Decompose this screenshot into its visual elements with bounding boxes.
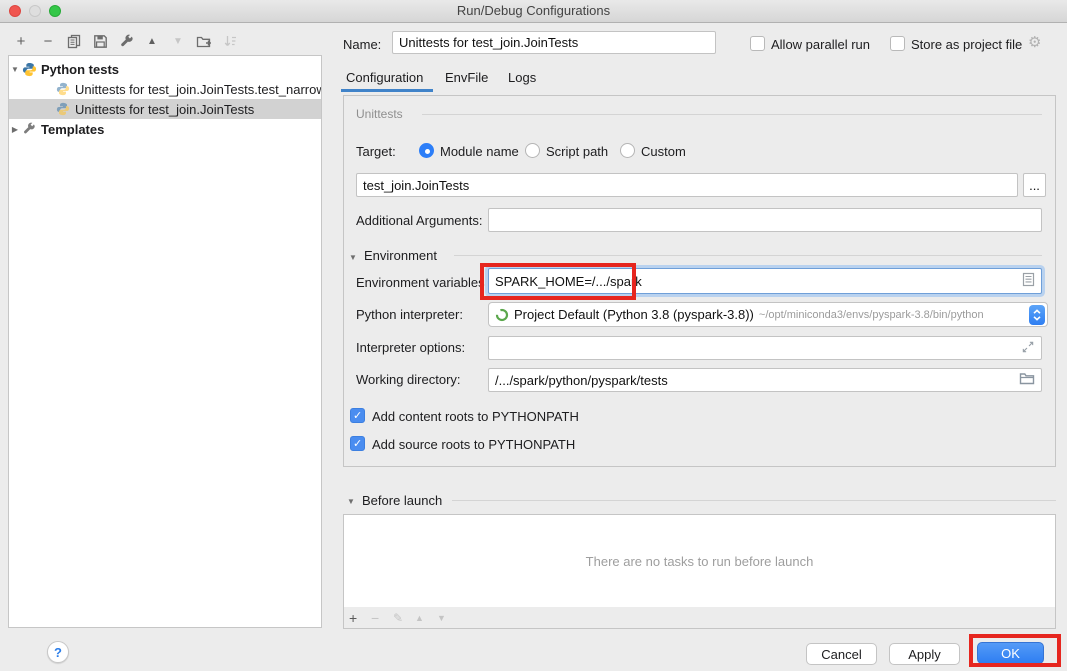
add-source-roots-label: Add source roots to PYTHONPATH xyxy=(372,437,575,452)
tree-item-label: Python tests xyxy=(41,62,119,77)
add-content-roots-checkbox[interactable] xyxy=(350,408,365,423)
configurations-tree: ▼ Python tests Unittests for test_join.J… xyxy=(8,55,322,628)
folder-icon[interactable] xyxy=(1019,372,1035,388)
target-script-label: Script path xyxy=(546,144,608,159)
allow-parallel-label: Allow parallel run xyxy=(771,37,870,52)
working-directory-label: Working directory: xyxy=(356,372,461,387)
annotation-ok-highlight xyxy=(969,634,1061,667)
tab-configuration[interactable]: Configuration xyxy=(346,70,423,85)
environment-section-label: Environment xyxy=(364,248,437,263)
expand-icon[interactable] xyxy=(1021,340,1035,357)
python-interpreter-select[interactable]: Project Default (Python 3.8 (pyspark-3.8… xyxy=(488,302,1048,327)
tree-item-label: Unittests for test_join.JoinTests.test_n… xyxy=(75,82,322,97)
list-icon[interactable] xyxy=(1022,272,1035,290)
tree-item-unittests-test-narrow[interactable]: Unittests for test_join.JoinTests.test_n… xyxy=(9,79,322,99)
additional-arguments-label: Additional Arguments: xyxy=(356,213,482,228)
copy-icon[interactable] xyxy=(66,33,82,49)
python-interpreter-value: Project Default (Python 3.8 (pyspark-3.8… xyxy=(514,307,754,322)
browse-label: ... xyxy=(1029,178,1040,193)
sort-icon[interactable] xyxy=(222,33,238,49)
cancel-button[interactable]: Cancel xyxy=(806,643,877,665)
task-up-icon[interactable]: ▲ xyxy=(415,613,437,623)
python-test-icon xyxy=(55,101,71,117)
interpreter-options-input[interactable] xyxy=(488,336,1042,360)
wrench-icon xyxy=(21,121,37,137)
remove-task-icon[interactable]: − xyxy=(371,610,393,626)
title-bar: Run/Debug Configurations xyxy=(0,0,1067,23)
tree-item-templates[interactable]: ▶ Templates xyxy=(9,119,321,139)
target-custom-radio[interactable] xyxy=(620,143,635,158)
active-tab-underline xyxy=(341,89,433,92)
add-task-icon[interactable]: + xyxy=(349,610,371,626)
tree-item-python-tests[interactable]: ▼ Python tests xyxy=(9,59,321,79)
tab-envfile[interactable]: EnvFile xyxy=(445,70,488,85)
tree-item-label: Templates xyxy=(41,122,104,137)
store-project-checkbox[interactable] xyxy=(890,36,905,51)
module-name-input[interactable] xyxy=(356,173,1018,197)
target-script-radio[interactable] xyxy=(525,143,540,158)
wrench-icon[interactable] xyxy=(118,33,134,49)
browse-button[interactable]: ... xyxy=(1023,173,1046,197)
new-folder-icon[interactable] xyxy=(196,33,212,49)
remove-icon[interactable]: − xyxy=(40,33,56,49)
working-directory-input[interactable]: /.../spark/python/pyspark/tests xyxy=(488,368,1042,392)
tab-logs[interactable]: Logs xyxy=(508,70,536,85)
tree-item-unittests-jointests-selected[interactable]: Unittests for test_join.JoinTests xyxy=(9,99,322,119)
target-module-label: Module name xyxy=(440,144,519,159)
apply-label: Apply xyxy=(908,647,941,662)
additional-arguments-input[interactable] xyxy=(488,208,1042,232)
python-interpreter-path: ~/opt/miniconda3/envs/pyspark-3.8/bin/py… xyxy=(759,309,984,321)
store-project-label: Store as project file xyxy=(911,37,1022,52)
before-launch-toolbar: + − ✎ ▲ ▼ xyxy=(343,607,1056,629)
move-down-icon[interactable]: ▼ xyxy=(170,33,186,49)
target-module-radio[interactable] xyxy=(419,143,434,158)
chevron-down-icon[interactable]: ▼ xyxy=(9,65,21,74)
environment-variables-label: Environment variables: xyxy=(356,275,488,290)
add-source-roots-checkbox[interactable] xyxy=(350,436,365,451)
python-interpreter-label: Python interpreter: xyxy=(356,307,463,322)
dropdown-stepper-icon[interactable] xyxy=(1029,305,1045,325)
annotation-env-vars-highlight xyxy=(480,263,636,300)
name-input[interactable] xyxy=(392,31,716,54)
run-debug-configurations-dialog: Run/Debug Configurations + − ▲ ▼ ▼ Pytho… xyxy=(0,0,1067,671)
help-button[interactable]: ? xyxy=(47,641,69,663)
gear-icon[interactable]: ⚙ xyxy=(1028,33,1041,51)
name-label: Name: xyxy=(343,37,381,52)
interpreter-options-label: Interpreter options: xyxy=(356,340,465,355)
move-up-icon[interactable]: ▲ xyxy=(144,33,160,49)
section-divider xyxy=(452,500,1056,501)
section-divider xyxy=(454,255,1042,256)
conda-env-icon xyxy=(495,308,509,322)
before-launch-empty-text: There are no tasks to run before launch xyxy=(586,554,814,569)
add-icon[interactable]: + xyxy=(13,33,29,49)
add-content-roots-label: Add content roots to PYTHONPATH xyxy=(372,409,579,424)
allow-parallel-checkbox[interactable] xyxy=(750,36,765,51)
configuration-panel: Unittests Target: Module name Script pat… xyxy=(343,95,1056,467)
python-icon xyxy=(21,61,37,77)
before-launch-collapse-icon[interactable]: ▼ xyxy=(347,497,355,506)
help-label: ? xyxy=(54,645,62,660)
window-title: Run/Debug Configurations xyxy=(0,3,1067,18)
unittests-section-label: Unittests xyxy=(356,107,403,121)
task-down-icon[interactable]: ▼ xyxy=(437,613,459,623)
target-custom-label: Custom xyxy=(641,144,686,159)
target-label: Target: xyxy=(356,144,396,159)
chevron-right-icon[interactable]: ▶ xyxy=(9,125,21,134)
cancel-label: Cancel xyxy=(821,647,861,662)
save-icon[interactable] xyxy=(92,33,108,49)
pencil-icon[interactable]: ✎ xyxy=(393,611,415,625)
before-launch-label: Before launch xyxy=(362,493,442,508)
working-directory-value: /.../spark/python/pyspark/tests xyxy=(495,373,668,388)
environment-collapse-icon[interactable]: ▼ xyxy=(349,253,357,262)
section-divider xyxy=(422,114,1042,115)
python-test-icon xyxy=(55,81,71,97)
before-launch-task-list: There are no tasks to run before launch xyxy=(343,514,1056,608)
apply-button[interactable]: Apply xyxy=(889,643,960,665)
tree-item-label: Unittests for test_join.JoinTests xyxy=(75,102,254,117)
